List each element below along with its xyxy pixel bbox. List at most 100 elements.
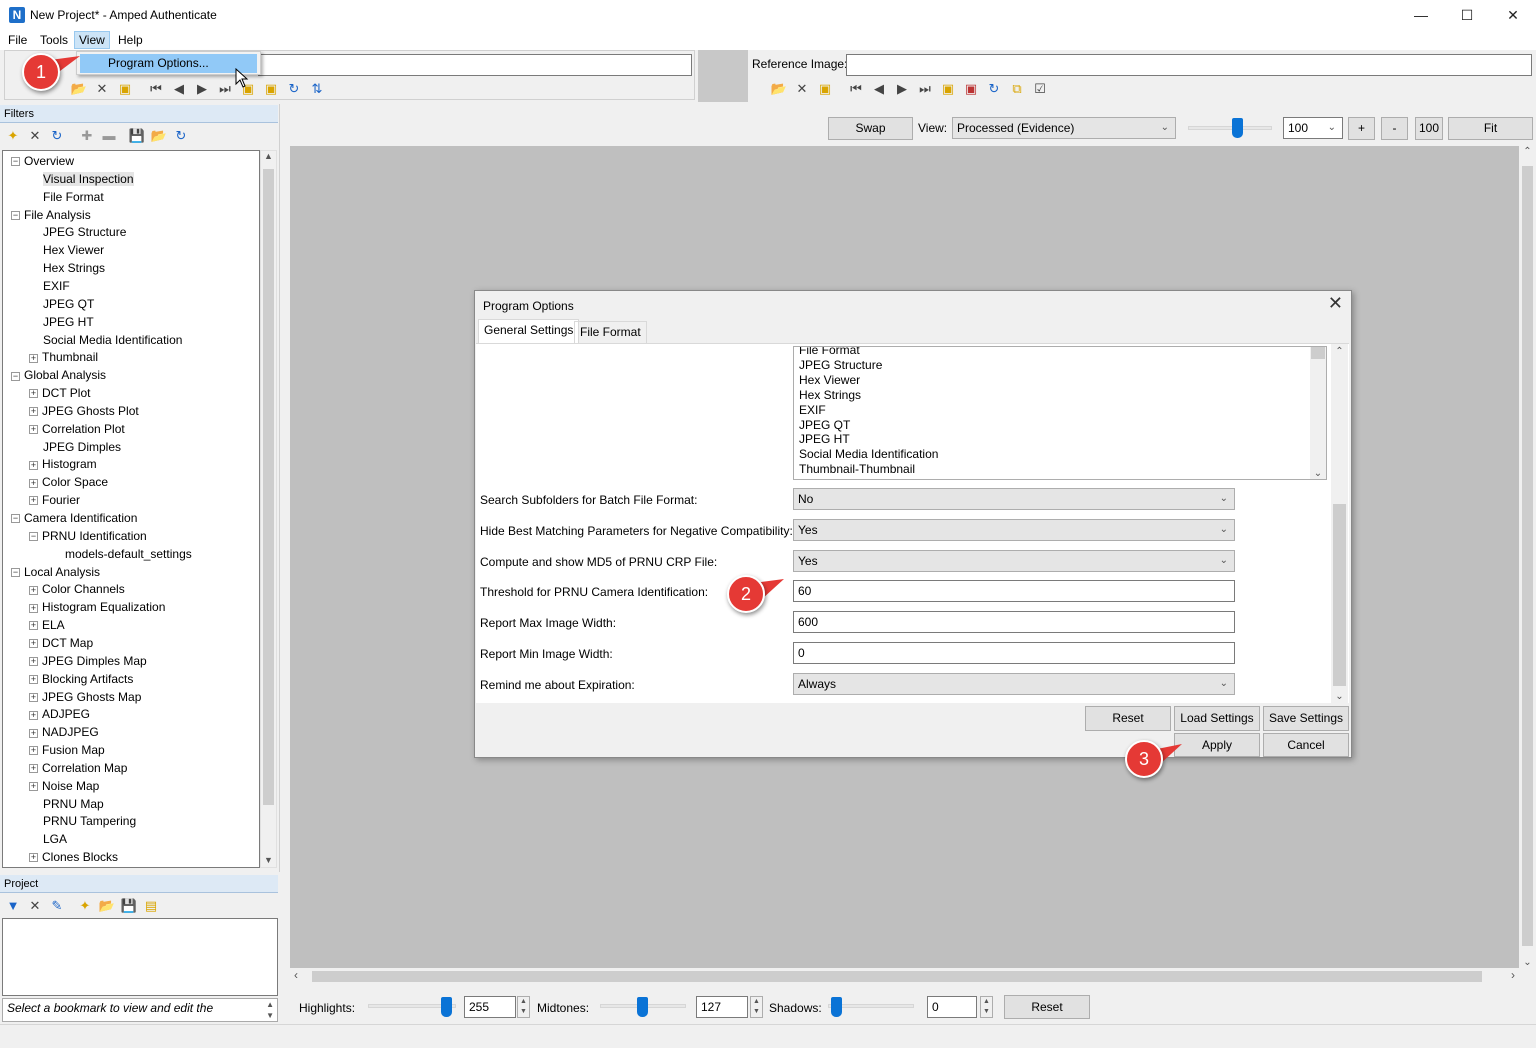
reload-icon[interactable]: ↻ bbox=[172, 127, 190, 145]
list-item[interactable]: JPEG QT bbox=[799, 418, 850, 433]
zoom-slider-track[interactable] bbox=[1188, 126, 1272, 130]
tree-item[interactable]: + Color Space bbox=[29, 474, 108, 492]
scroll-thumb[interactable] bbox=[312, 971, 1482, 982]
checkbox-icon[interactable]: ☑ bbox=[1031, 80, 1049, 98]
swap-button[interactable]: Swap bbox=[828, 117, 913, 140]
expand-icon[interactable]: + bbox=[29, 425, 38, 435]
new-project-icon[interactable]: ✦ bbox=[76, 897, 94, 915]
minimize-button[interactable]: — bbox=[1398, 0, 1444, 30]
add-image-icon[interactable]: ▣ bbox=[939, 80, 957, 98]
new-filter-icon[interactable]: ✦ bbox=[4, 127, 22, 145]
expand-icon[interactable]: + bbox=[29, 603, 38, 613]
setting-input[interactable]: 60 bbox=[793, 580, 1235, 602]
cancel-button[interactable]: Cancel bbox=[1263, 733, 1349, 757]
zoom-select[interactable]: 100 ⌄ bbox=[1283, 117, 1343, 139]
scroll-up-icon[interactable]: ⌃ bbox=[1331, 344, 1348, 357]
expand-icon[interactable]: + bbox=[29, 674, 38, 684]
scroll-down-icon[interactable]: ⌄ bbox=[1519, 957, 1536, 968]
program-options-menu-item[interactable]: Program Options... bbox=[80, 54, 257, 73]
tree-item[interactable]: PRNU Map bbox=[29, 796, 104, 814]
menu-help[interactable]: Help bbox=[118, 33, 143, 47]
tree-item[interactable]: File Format bbox=[29, 189, 104, 207]
tree-item[interactable]: + Fusion Map bbox=[29, 742, 105, 760]
list-item[interactable]: Hex Viewer bbox=[799, 373, 860, 388]
first-image-icon[interactable]: ⏮ bbox=[147, 80, 165, 98]
menu-view[interactable]: View bbox=[74, 31, 110, 49]
save-icon[interactable]: 💾 bbox=[128, 127, 146, 145]
scroll-thumb[interactable] bbox=[263, 169, 274, 805]
setting-input[interactable]: 0 bbox=[793, 642, 1235, 664]
tree-item[interactable]: + DCT Plot bbox=[29, 385, 90, 403]
open-folder-icon[interactable]: 📂 bbox=[150, 127, 168, 145]
list-item[interactable]: Social Media Identification bbox=[799, 447, 938, 462]
collapse-icon[interactable]: − bbox=[11, 157, 20, 167]
previous-image-icon[interactable]: ◀ bbox=[870, 80, 888, 98]
expand-icon[interactable]: + bbox=[29, 657, 38, 667]
zoom-out-button[interactable]: - bbox=[1381, 117, 1408, 140]
expand-icon[interactable]: + bbox=[29, 621, 38, 631]
expand-icon[interactable]: + bbox=[29, 460, 38, 470]
apply-button[interactable]: Apply bbox=[1174, 733, 1260, 757]
tree-item[interactable]: + Correlation Plot bbox=[29, 421, 125, 439]
expand-icon[interactable]: + bbox=[29, 853, 38, 863]
report-icon[interactable]: ▤ bbox=[142, 897, 160, 915]
expand-icon[interactable]: + bbox=[29, 353, 38, 363]
view-select[interactable]: Processed (Evidence) ⌄ bbox=[952, 117, 1176, 139]
tree-item[interactable]: + ADJPEG bbox=[29, 706, 90, 724]
scroll-down-icon[interactable]: ▼ bbox=[261, 855, 276, 865]
refresh-filter-icon[interactable]: ↻ bbox=[48, 127, 66, 145]
tab-file-format[interactable]: File Format bbox=[574, 321, 647, 343]
load-settings-button[interactable]: Load Settings bbox=[1174, 706, 1260, 731]
canvas-horizontal-scrollbar[interactable]: ‹ › bbox=[290, 968, 1519, 985]
tree-item[interactable]: + Color Channels bbox=[29, 581, 125, 599]
edit-icon[interactable]: ✎ bbox=[48, 897, 66, 915]
tree-item[interactable]: models-default_settings bbox=[51, 546, 192, 564]
collapse-all-icon[interactable]: ▬ bbox=[100, 127, 118, 145]
filters-scrollbar[interactable]: ▲ ▼ bbox=[260, 150, 277, 868]
list-item[interactable]: File Format bbox=[799, 347, 860, 358]
list-item[interactable]: JPEG Structure bbox=[799, 358, 882, 373]
expand-icon[interactable]: + bbox=[29, 639, 38, 649]
expand-icon[interactable]: + bbox=[29, 496, 38, 506]
tree-item[interactable]: + Correlation Map bbox=[29, 760, 127, 778]
save-project-icon[interactable]: 💾 bbox=[120, 897, 138, 915]
collapse-icon[interactable]: − bbox=[11, 210, 20, 220]
scroll-down-icon[interactable]: ⌄ bbox=[1310, 468, 1326, 479]
next-image-icon[interactable]: ▶ bbox=[193, 80, 211, 98]
tree-item[interactable]: Hex Strings bbox=[29, 260, 105, 278]
save-settings-button[interactable]: Save Settings bbox=[1263, 706, 1349, 731]
expand-icon[interactable]: + bbox=[29, 782, 38, 792]
list-item[interactable]: JPEG HT bbox=[799, 432, 850, 447]
settings-scrollbar[interactable]: ⌃ ⌄ bbox=[1331, 344, 1348, 704]
dialog-close-button[interactable]: ✕ bbox=[1328, 293, 1343, 314]
tree-item[interactable]: − Camera Identification bbox=[11, 510, 137, 528]
expand-icon[interactable]: + bbox=[29, 764, 38, 774]
sync-icon[interactable]: ⇅ bbox=[308, 80, 326, 98]
expand-icon[interactable]: + bbox=[29, 407, 38, 417]
remove-filter-icon[interactable]: ✕ bbox=[26, 127, 44, 145]
list-item[interactable]: Hex Strings bbox=[799, 388, 861, 403]
tree-item[interactable]: JPEG Dimples bbox=[29, 439, 121, 457]
evidence-image-path-input[interactable] bbox=[258, 54, 692, 76]
shadows-slider-thumb[interactable] bbox=[831, 997, 842, 1017]
expand-icon[interactable]: + bbox=[29, 710, 38, 720]
tree-item[interactable]: + JPEG Ghosts Plot bbox=[29, 403, 139, 421]
setting-select[interactable]: Yes ⌄ bbox=[793, 519, 1235, 541]
expand-icon[interactable]: + bbox=[29, 728, 38, 738]
tree-item[interactable]: JPEG QT bbox=[29, 296, 94, 314]
tree-item[interactable]: − Global Analysis bbox=[11, 367, 106, 385]
tree-item[interactable]: + Noise Map bbox=[29, 778, 99, 796]
shadows-input[interactable]: 0 bbox=[927, 996, 977, 1018]
tree-item[interactable]: Social Media Identification bbox=[29, 332, 182, 350]
tree-item[interactable]: LGA bbox=[29, 831, 67, 849]
filter-list-box[interactable]: File Format JPEG Structure Hex Viewer Hex S… bbox=[793, 346, 1327, 480]
tree-item[interactable]: − PRNU Identification bbox=[29, 528, 147, 546]
tree-item[interactable]: + Blocking Artifacts bbox=[29, 671, 133, 689]
scroll-up-icon[interactable]: ▲ bbox=[261, 151, 276, 161]
export-icon[interactable]: ▣ bbox=[816, 80, 834, 98]
scroll-thumb[interactable] bbox=[1333, 504, 1346, 686]
tree-item[interactable]: + Clones Blocks bbox=[29, 849, 118, 867]
expand-icon[interactable]: + bbox=[29, 746, 38, 756]
refresh-icon[interactable]: ↻ bbox=[985, 80, 1003, 98]
previous-image-icon[interactable]: ◀ bbox=[170, 80, 188, 98]
